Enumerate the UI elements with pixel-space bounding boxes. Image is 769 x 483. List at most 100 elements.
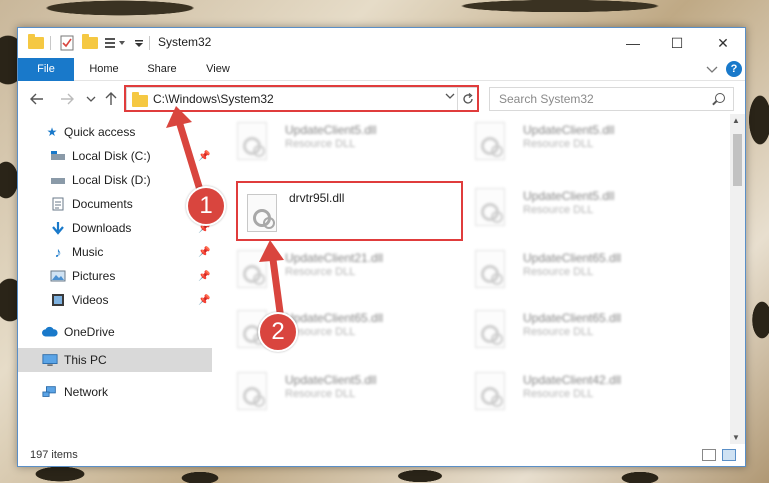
title-divider xyxy=(149,34,150,52)
sidebar-item-local-disk-d[interactable]: Local Disk (D:) xyxy=(18,168,212,192)
file-type: Resource DLL xyxy=(523,326,594,338)
title-bar: System32 — ☐ ✕ xyxy=(18,28,745,58)
file-item[interactable]: UpdateClient5.dll Resource DLL xyxy=(215,114,435,166)
pin-icon[interactable]: 📌 xyxy=(198,151,210,162)
videos-icon xyxy=(50,293,66,307)
file-name: UpdateClient21.dll xyxy=(285,251,384,265)
search-input[interactable]: Search System32 xyxy=(489,87,734,111)
sidebar-item-this-pc[interactable]: This PC xyxy=(18,348,212,372)
scroll-down-icon[interactable]: ▼ xyxy=(732,433,740,442)
maximize-button[interactable]: ☐ xyxy=(654,28,700,58)
details-view-icon[interactable] xyxy=(702,449,716,461)
sidebar-item-downloads[interactable]: Downloads 📌 xyxy=(18,216,212,240)
file-type: Resource DLL xyxy=(285,388,356,400)
file-type: Resource DLL xyxy=(523,388,594,400)
tab-share[interactable]: Share xyxy=(138,58,186,81)
customize-quick-access-icon[interactable] xyxy=(104,34,130,52)
vertical-scrollbar[interactable]: ▲ ▼ xyxy=(730,114,745,444)
dll-file-icon xyxy=(475,122,505,160)
download-icon xyxy=(50,221,66,235)
sidebar-item-label: Videos xyxy=(72,293,109,307)
window-title: System32 xyxy=(158,35,212,49)
chevron-down-icon[interactable] xyxy=(706,63,718,77)
file-name: UpdateClient65.dll xyxy=(523,251,622,265)
help-icon[interactable]: ? xyxy=(726,61,742,77)
scroll-up-icon[interactable]: ▲ xyxy=(732,116,740,125)
new-folder-icon[interactable] xyxy=(82,34,98,52)
tab-home[interactable]: Home xyxy=(80,58,128,81)
dropdown-arrow-icon[interactable] xyxy=(134,34,144,52)
file-item[interactable]: UpdateClient21.dll Resource DLL xyxy=(215,242,435,294)
file-name: UpdateClient5.dll xyxy=(523,123,615,137)
file-name: UpdateClient5.dll xyxy=(285,123,377,137)
sidebar-item-label: Downloads xyxy=(72,221,132,235)
ribbon-tabs: File Home Share View ? xyxy=(18,58,745,81)
pictures-icon xyxy=(50,269,66,283)
search-icon[interactable] xyxy=(715,93,725,103)
step-badge-2: 2 xyxy=(258,312,298,352)
tab-view[interactable]: View xyxy=(194,58,242,81)
navigation-pane: ★ Quick access Local Disk (C:) 📌 Local D… xyxy=(18,120,214,438)
pc-icon xyxy=(42,353,58,367)
quick-access-divider xyxy=(50,34,51,52)
file-item[interactable]: UpdateClient65.dll Resource DLL xyxy=(453,242,673,294)
dll-file-icon xyxy=(237,122,267,160)
file-type: Resource DLL xyxy=(523,138,594,150)
music-icon: ♪ xyxy=(54,244,62,260)
dll-file-icon xyxy=(475,188,505,226)
file-item[interactable]: UpdateClient65.dll Resource DLL xyxy=(453,302,673,354)
dll-file-icon xyxy=(475,372,505,410)
file-list: UpdateClient5.dll Resource DLL UpdateCli… xyxy=(215,114,727,438)
file-item[interactable]: UpdateClient65.dll Resource DLL xyxy=(215,302,435,354)
file-type: Resource DLL xyxy=(285,138,356,150)
item-count: 197 items xyxy=(30,449,78,461)
sidebar-item-onedrive[interactable]: OneDrive xyxy=(18,320,212,344)
back-arrow-icon[interactable] xyxy=(28,89,46,109)
sidebar-item-pictures[interactable]: Pictures 📌 xyxy=(18,264,212,288)
file-name: UpdateClient5.dll xyxy=(285,373,377,387)
folder-icon xyxy=(28,34,44,52)
sidebar-item-videos[interactable]: Videos 📌 xyxy=(18,288,212,312)
tab-file[interactable]: File xyxy=(18,58,74,81)
sidebar-item-local-disk-c[interactable]: Local Disk (C:) 📌 xyxy=(18,144,212,168)
scroll-thumb[interactable] xyxy=(733,134,742,186)
file-item[interactable]: UpdateClient42.dll Resource DLL xyxy=(453,364,673,416)
disk-icon xyxy=(50,173,66,187)
file-type: Resource DLL xyxy=(523,266,594,278)
pin-icon[interactable]: 📌 xyxy=(198,247,210,258)
pin-icon[interactable]: 📌 xyxy=(198,295,210,306)
file-type: Resource DLL xyxy=(285,266,356,278)
forward-arrow-icon[interactable] xyxy=(58,89,76,109)
large-icons-view-icon[interactable] xyxy=(722,449,736,461)
sidebar-item-label: Quick access xyxy=(64,125,136,139)
cloud-icon xyxy=(42,325,58,339)
sidebar-item-label: Music xyxy=(72,245,104,259)
star-icon: ★ xyxy=(46,125,58,139)
sidebar-item-music[interactable]: ♪ Music 📌 xyxy=(18,240,212,264)
close-button[interactable]: ✕ xyxy=(700,28,746,58)
address-bar-highlight xyxy=(124,85,479,112)
minimize-button[interactable]: — xyxy=(610,28,656,58)
file-name: UpdateClient65.dll xyxy=(523,311,622,325)
dll-file-icon xyxy=(237,372,267,410)
sidebar-item-network[interactable]: Network xyxy=(18,380,212,404)
up-arrow-icon[interactable] xyxy=(102,89,120,109)
file-item[interactable]: UpdateClient5.dll Resource DLL xyxy=(453,180,673,232)
file-type: Resource DLL xyxy=(523,204,594,216)
sidebar-item-label: Local Disk (C:) xyxy=(72,149,151,163)
recent-locations-icon[interactable] xyxy=(82,89,100,109)
search-placeholder: Search System32 xyxy=(499,92,594,106)
sidebar-item-label: OneDrive xyxy=(64,325,115,339)
file-item[interactable]: UpdateClient5.dll Resource DLL xyxy=(453,114,673,166)
file-highlight xyxy=(236,181,463,241)
disk-icon xyxy=(50,149,66,163)
sidebar-item-label: This PC xyxy=(64,353,107,367)
properties-icon[interactable] xyxy=(60,34,74,52)
sidebar-item-documents[interactable]: Documents 📌 xyxy=(18,192,212,216)
sidebar-item-quick-access[interactable]: ★ Quick access xyxy=(18,120,212,144)
network-icon xyxy=(42,385,58,399)
pin-icon[interactable]: 📌 xyxy=(198,271,210,282)
file-item[interactable]: UpdateClient5.dll Resource DLL xyxy=(215,364,435,416)
sidebar-item-label: Network xyxy=(64,385,109,399)
dll-file-icon xyxy=(475,310,505,348)
